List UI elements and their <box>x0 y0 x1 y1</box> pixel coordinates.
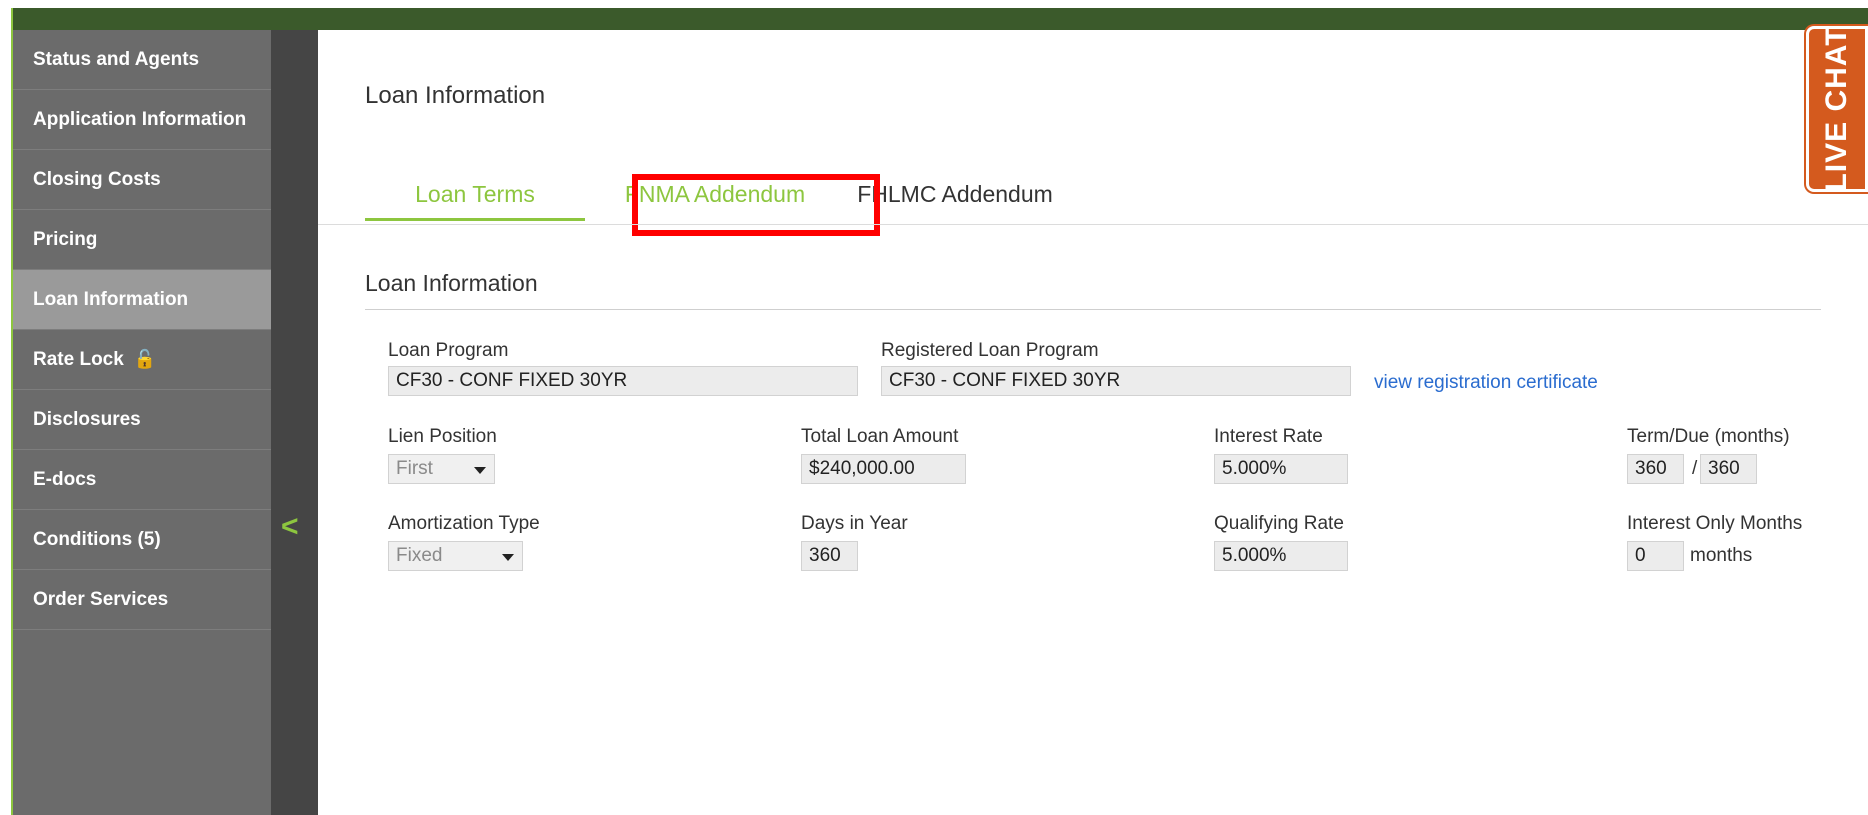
sidebar-item-label: E-docs <box>33 468 97 490</box>
sidebar-item-label: Conditions (5) <box>33 528 161 550</box>
tab-divider <box>318 224 1868 225</box>
highlight-box <box>632 174 880 236</box>
sidebar-item-status-and-agents[interactable]: Status and Agents <box>13 30 271 90</box>
total-loan-amount-field[interactable]: $240,000.00 <box>801 454 966 484</box>
chevron-left-icon[interactable]: < <box>281 510 299 544</box>
sidebar-item-label: Disclosures <box>33 408 141 430</box>
live-chat-button[interactable]: LIVE CHAT <box>1806 26 1868 192</box>
days-in-year-field[interactable]: 360 <box>801 541 858 571</box>
sidebar-item-label: Status and Agents <box>33 48 200 70</box>
sidebar-item-closing-costs[interactable]: Closing Costs <box>13 150 271 210</box>
page-title: Loan Information <box>365 82 546 109</box>
unlock-icon: 🔓 <box>133 349 157 369</box>
sidebar: Status and Agents Application Informatio… <box>13 30 271 815</box>
interest-rate-field[interactable]: 5.000% <box>1214 454 1348 484</box>
caret-down-icon <box>474 467 486 474</box>
section-divider <box>365 309 1821 310</box>
interest-only-months-field[interactable]: 0 <box>1627 541 1684 571</box>
sidebar-item-label: Closing Costs <box>33 168 161 190</box>
sidebar-item-label: Application Information <box>33 108 247 130</box>
lien-position-value: First <box>396 458 433 479</box>
term-field[interactable]: 360 <box>1627 454 1684 484</box>
lien-position-label: Lien Position <box>388 426 497 447</box>
live-chat-label: LIVE CHAT <box>1820 26 1853 192</box>
amortization-type-label: Amortization Type <box>388 513 540 534</box>
days-in-year-label: Days in Year <box>801 513 908 534</box>
term-due-label: Term/Due (months) <box>1627 426 1790 447</box>
top-bar <box>0 0 1868 30</box>
total-loan-amount-label: Total Loan Amount <box>801 426 959 447</box>
term-due-separator: / <box>1692 458 1698 479</box>
sidebar-item-label: Rate Lock <box>33 348 124 370</box>
sidebar-item-conditions[interactable]: Conditions (5) <box>13 510 271 570</box>
due-field[interactable]: 360 <box>1700 454 1757 484</box>
qualifying-rate-field[interactable]: 5.000% <box>1214 541 1348 571</box>
sidebar-collapse-bar: < <box>271 30 318 815</box>
sidebar-item-application-information[interactable]: Application Information <box>13 90 271 150</box>
months-unit-label: months <box>1690 545 1753 566</box>
tab-loan-terms[interactable]: Loan Terms <box>365 170 585 221</box>
sidebar-item-e-docs[interactable]: E-docs <box>13 450 271 510</box>
interest-only-months-label: Interest Only Months <box>1627 513 1803 534</box>
loan-program-label: Loan Program <box>388 340 509 361</box>
sidebar-item-pricing[interactable]: Pricing <box>13 210 271 270</box>
sidebar-item-loan-information[interactable]: Loan Information <box>13 270 271 330</box>
sidebar-item-order-services[interactable]: Order Services <box>13 570 271 630</box>
main-content: Loan Information Loan Terms FNMA Addendu… <box>318 30 1868 815</box>
sidebar-item-label: Order Services <box>33 588 169 610</box>
amortization-type-select[interactable]: Fixed <box>388 541 523 571</box>
registered-loan-program-field: CF30 - CONF FIXED 30YR <box>881 366 1351 396</box>
top-edge <box>0 0 1868 8</box>
sidebar-item-disclosures[interactable]: Disclosures <box>13 390 271 450</box>
amortization-type-value: Fixed <box>396 545 443 566</box>
frame-left-border <box>0 8 13 815</box>
interest-rate-label: Interest Rate <box>1214 426 1323 447</box>
qualifying-rate-label: Qualifying Rate <box>1214 513 1344 534</box>
registered-loan-program-label: Registered Loan Program <box>881 340 1099 361</box>
sidebar-item-label: Loan Information <box>33 288 189 310</box>
sidebar-item-label: Pricing <box>33 228 98 250</box>
sidebar-item-rate-lock[interactable]: Rate Lock 🔓 <box>13 330 271 390</box>
loan-program-field[interactable]: CF30 - CONF FIXED 30YR <box>388 366 858 396</box>
caret-down-icon <box>502 554 514 561</box>
lien-position-select[interactable]: First <box>388 454 495 484</box>
section-title: Loan Information <box>365 270 538 296</box>
view-registration-certificate-link[interactable]: view registration certificate <box>1374 372 1598 394</box>
